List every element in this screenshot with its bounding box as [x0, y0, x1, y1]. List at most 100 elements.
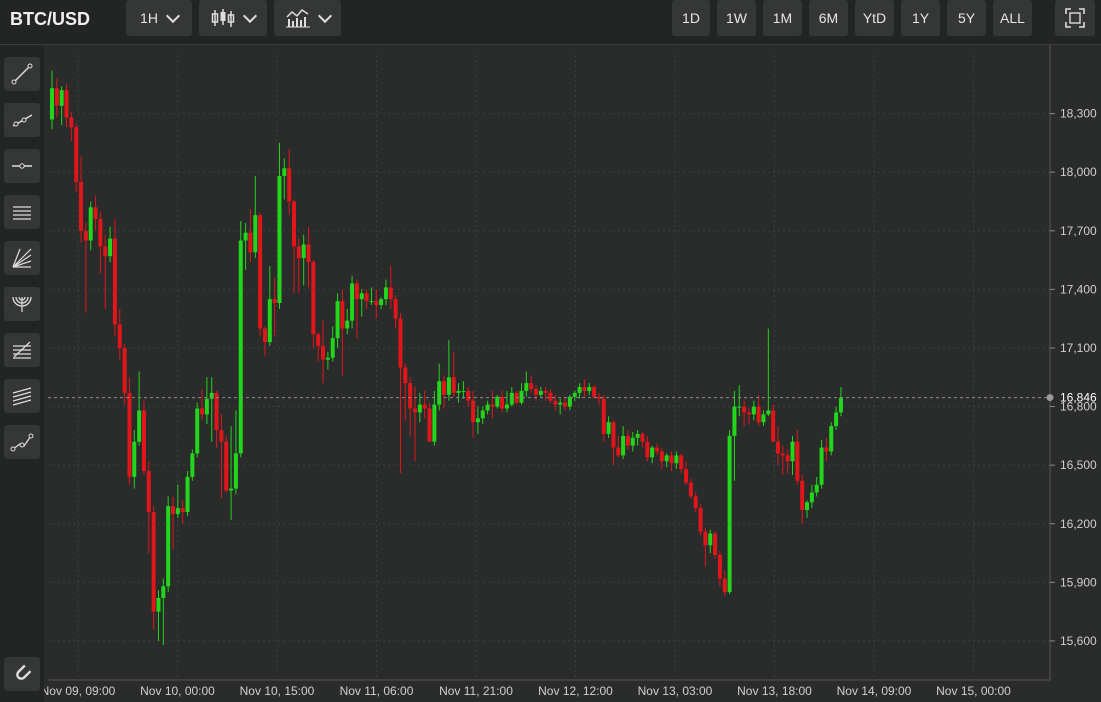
candle: [737, 385, 742, 417]
x-tick-label: Nov 13, 03:00: [638, 684, 713, 698]
indicators-selector[interactable]: [274, 0, 341, 36]
candle: [679, 453, 684, 473]
candle: [519, 383, 524, 405]
chart-type-selector[interactable]: [199, 0, 267, 36]
candle: [708, 529, 713, 554]
arc-tool[interactable]: [4, 287, 40, 321]
candle: [296, 238, 301, 294]
range-label: 6M: [818, 10, 839, 26]
candle: [272, 277, 277, 337]
candle-body: [54, 88, 59, 106]
candle: [456, 383, 461, 403]
candle-body: [379, 299, 384, 305]
interval-selector[interactable]: 1H: [126, 0, 192, 36]
candle: [432, 390, 437, 446]
candle: [751, 400, 756, 421]
chart-axes: 15,60015,90016,20016,50016,80017,10017,4…: [44, 45, 1097, 698]
ray-tool[interactable]: [4, 103, 40, 137]
candle-body: [88, 207, 93, 241]
candles-group: [50, 70, 843, 645]
range-button-1m[interactable]: 1M: [763, 0, 802, 36]
candle-body: [388, 287, 393, 300]
candle: [180, 500, 185, 524]
candle: [229, 426, 234, 520]
x-tick-label: Nov 11, 21:00: [439, 684, 513, 698]
range-button-1y[interactable]: 1Y: [901, 0, 940, 36]
magnet-tool[interactable]: [4, 657, 40, 691]
candle-body: [698, 508, 703, 532]
candle: [233, 410, 238, 495]
candle-body: [509, 392, 514, 405]
candle-body: [703, 531, 708, 546]
candle: [824, 437, 829, 462]
trend-line-tool[interactable]: [4, 57, 40, 91]
candle: [127, 377, 132, 485]
candle-body: [466, 390, 471, 401]
trend-line-icon: [11, 63, 33, 85]
candle-body: [616, 447, 621, 456]
candle: [383, 279, 388, 305]
candle-body: [722, 578, 727, 593]
candle: [819, 439, 824, 489]
candle: [800, 474, 805, 524]
range-button-all[interactable]: ALL: [993, 0, 1032, 36]
fibonacci-extension-tool[interactable]: [4, 379, 40, 413]
candle: [790, 435, 795, 475]
range-button-1w[interactable]: 1W: [717, 0, 756, 36]
candle-body: [543, 390, 548, 393]
range-label: 1W: [726, 10, 747, 26]
candle: [98, 211, 103, 274]
candle: [345, 308, 350, 335]
candle-body: [311, 262, 316, 335]
range-button-1d[interactable]: 1D: [672, 0, 710, 36]
range-label: ALL: [1000, 10, 1025, 26]
parallel-channel-tool[interactable]: [4, 195, 40, 229]
candle-body: [504, 404, 509, 409]
candle: [442, 375, 447, 409]
candle-body: [519, 390, 524, 403]
range-button-5y[interactable]: 5Y: [947, 0, 986, 36]
candle: [582, 379, 587, 397]
candle: [403, 363, 408, 421]
horizontal-line-tool[interactable]: [4, 149, 40, 183]
candle: [137, 371, 142, 446]
magnet-icon: [16, 664, 32, 680]
candle-body: [282, 168, 287, 177]
candle: [480, 406, 485, 425]
candle-body: [79, 181, 84, 231]
candle-body: [684, 469, 689, 483]
candle: [132, 430, 137, 489]
candle-body: [272, 299, 277, 304]
candle-body: [655, 447, 659, 452]
fullscreen-button[interactable]: [1055, 0, 1095, 36]
candle: [795, 430, 800, 485]
fan-icon: [12, 248, 32, 268]
fibonacci-retracement-tool[interactable]: [4, 333, 40, 367]
candle-body: [761, 414, 766, 423]
range-button-6m[interactable]: 6M: [809, 0, 848, 36]
y-tick-label: 18,300: [1060, 107, 1097, 121]
candle: [248, 209, 253, 263]
range-label: 1M: [772, 10, 793, 26]
fan-tool[interactable]: [4, 241, 40, 275]
polyline-tool[interactable]: [4, 425, 40, 459]
chevron-down-icon: [242, 8, 258, 23]
candle-body: [427, 408, 432, 442]
candle: [776, 426, 780, 466]
price-chart[interactable]: 15,60015,90016,20016,50016,80017,10017,4…: [44, 45, 1101, 702]
candle-body: [69, 117, 74, 128]
candle: [166, 496, 171, 593]
candle: [640, 431, 645, 448]
candle-body: [664, 455, 669, 462]
candlestick-icon: [211, 9, 235, 27]
candle-body: [422, 404, 427, 409]
candle: [262, 326, 267, 356]
candle-body: [287, 168, 292, 202]
range-button-ytd[interactable]: YtD: [855, 0, 894, 36]
candle: [287, 148, 292, 216]
candle-body: [587, 387, 592, 391]
candle: [809, 484, 814, 509]
candle: [630, 431, 635, 452]
candle: [780, 445, 785, 475]
y-tick-label: 17,100: [1060, 341, 1097, 355]
